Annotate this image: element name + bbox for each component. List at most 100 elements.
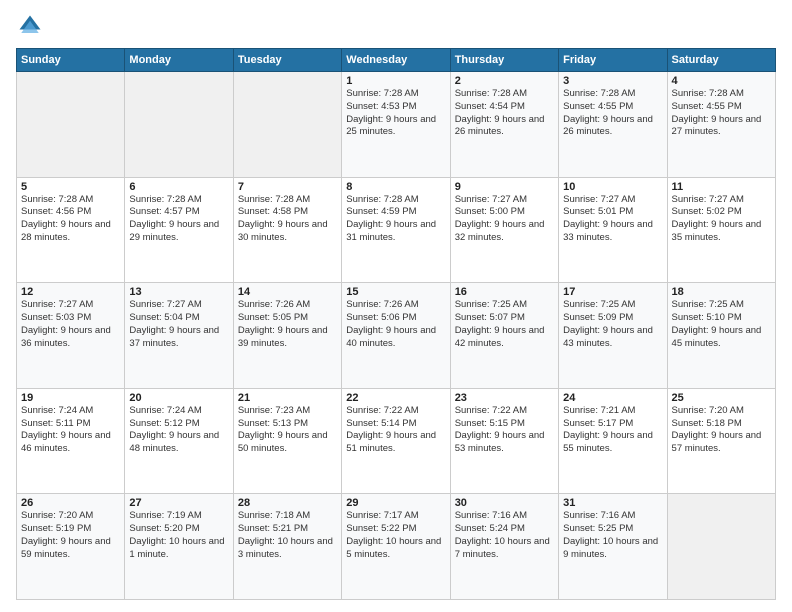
day-cell: 29Sunrise: 7:17 AMSunset: 5:22 PMDayligh… (342, 494, 450, 600)
day-number: 18 (672, 286, 771, 298)
day-info: Sunrise: 7:24 AMSunset: 5:11 PMDaylight:… (21, 405, 120, 456)
day-info: Sunrise: 7:23 AMSunset: 5:13 PMDaylight:… (238, 405, 337, 456)
day-number: 23 (455, 392, 554, 404)
day-cell: 21Sunrise: 7:23 AMSunset: 5:13 PMDayligh… (233, 388, 341, 494)
day-number: 1 (346, 75, 445, 87)
day-info: Sunrise: 7:26 AMSunset: 5:05 PMDaylight:… (238, 299, 337, 350)
day-number: 14 (238, 286, 337, 298)
day-number: 12 (21, 286, 120, 298)
day-number: 2 (455, 75, 554, 87)
day-cell: 11Sunrise: 7:27 AMSunset: 5:02 PMDayligh… (667, 177, 775, 283)
weekday-header-thursday: Thursday (450, 49, 558, 72)
day-number: 7 (238, 181, 337, 193)
day-info: Sunrise: 7:16 AMSunset: 5:25 PMDaylight:… (563, 510, 662, 561)
day-cell: 12Sunrise: 7:27 AMSunset: 5:03 PMDayligh… (17, 283, 125, 389)
day-info: Sunrise: 7:27 AMSunset: 5:03 PMDaylight:… (21, 299, 120, 350)
day-cell: 6Sunrise: 7:28 AMSunset: 4:57 PMDaylight… (125, 177, 233, 283)
week-row-4: 19Sunrise: 7:24 AMSunset: 5:11 PMDayligh… (17, 388, 776, 494)
day-info: Sunrise: 7:27 AMSunset: 5:01 PMDaylight:… (563, 194, 662, 245)
day-number: 30 (455, 497, 554, 509)
day-info: Sunrise: 7:27 AMSunset: 5:00 PMDaylight:… (455, 194, 554, 245)
day-cell: 24Sunrise: 7:21 AMSunset: 5:17 PMDayligh… (559, 388, 667, 494)
day-number: 20 (129, 392, 228, 404)
day-cell: 4Sunrise: 7:28 AMSunset: 4:55 PMDaylight… (667, 72, 775, 178)
week-row-3: 12Sunrise: 7:27 AMSunset: 5:03 PMDayligh… (17, 283, 776, 389)
day-info: Sunrise: 7:26 AMSunset: 5:06 PMDaylight:… (346, 299, 445, 350)
day-cell: 13Sunrise: 7:27 AMSunset: 5:04 PMDayligh… (125, 283, 233, 389)
day-info: Sunrise: 7:25 AMSunset: 5:09 PMDaylight:… (563, 299, 662, 350)
day-info: Sunrise: 7:18 AMSunset: 5:21 PMDaylight:… (238, 510, 337, 561)
day-info: Sunrise: 7:17 AMSunset: 5:22 PMDaylight:… (346, 510, 445, 561)
day-cell: 17Sunrise: 7:25 AMSunset: 5:09 PMDayligh… (559, 283, 667, 389)
day-cell: 8Sunrise: 7:28 AMSunset: 4:59 PMDaylight… (342, 177, 450, 283)
weekday-header-sunday: Sunday (17, 49, 125, 72)
day-cell: 25Sunrise: 7:20 AMSunset: 5:18 PMDayligh… (667, 388, 775, 494)
day-cell: 9Sunrise: 7:27 AMSunset: 5:00 PMDaylight… (450, 177, 558, 283)
day-number: 29 (346, 497, 445, 509)
day-info: Sunrise: 7:20 AMSunset: 5:18 PMDaylight:… (672, 405, 771, 456)
day-cell: 2Sunrise: 7:28 AMSunset: 4:54 PMDaylight… (450, 72, 558, 178)
day-info: Sunrise: 7:28 AMSunset: 4:56 PMDaylight:… (21, 194, 120, 245)
day-info: Sunrise: 7:28 AMSunset: 4:57 PMDaylight:… (129, 194, 228, 245)
day-info: Sunrise: 7:16 AMSunset: 5:24 PMDaylight:… (455, 510, 554, 561)
day-info: Sunrise: 7:27 AMSunset: 5:04 PMDaylight:… (129, 299, 228, 350)
day-cell: 1Sunrise: 7:28 AMSunset: 4:53 PMDaylight… (342, 72, 450, 178)
day-cell (667, 494, 775, 600)
weekday-header-saturday: Saturday (667, 49, 775, 72)
day-cell (125, 72, 233, 178)
day-number: 11 (672, 181, 771, 193)
day-cell: 23Sunrise: 7:22 AMSunset: 5:15 PMDayligh… (450, 388, 558, 494)
day-cell: 26Sunrise: 7:20 AMSunset: 5:19 PMDayligh… (17, 494, 125, 600)
weekday-header-row: SundayMondayTuesdayWednesdayThursdayFrid… (17, 49, 776, 72)
calendar-page: SundayMondayTuesdayWednesdayThursdayFrid… (0, 0, 792, 612)
day-number: 13 (129, 286, 228, 298)
day-number: 4 (672, 75, 771, 87)
day-info: Sunrise: 7:20 AMSunset: 5:19 PMDaylight:… (21, 510, 120, 561)
day-cell: 15Sunrise: 7:26 AMSunset: 5:06 PMDayligh… (342, 283, 450, 389)
day-cell: 30Sunrise: 7:16 AMSunset: 5:24 PMDayligh… (450, 494, 558, 600)
day-cell: 19Sunrise: 7:24 AMSunset: 5:11 PMDayligh… (17, 388, 125, 494)
day-cell (233, 72, 341, 178)
day-number: 5 (21, 181, 120, 193)
day-cell: 31Sunrise: 7:16 AMSunset: 5:25 PMDayligh… (559, 494, 667, 600)
day-number: 8 (346, 181, 445, 193)
week-row-1: 1Sunrise: 7:28 AMSunset: 4:53 PMDaylight… (17, 72, 776, 178)
day-info: Sunrise: 7:25 AMSunset: 5:07 PMDaylight:… (455, 299, 554, 350)
day-cell: 14Sunrise: 7:26 AMSunset: 5:05 PMDayligh… (233, 283, 341, 389)
day-info: Sunrise: 7:28 AMSunset: 4:54 PMDaylight:… (455, 88, 554, 139)
week-row-2: 5Sunrise: 7:28 AMSunset: 4:56 PMDaylight… (17, 177, 776, 283)
day-cell: 22Sunrise: 7:22 AMSunset: 5:14 PMDayligh… (342, 388, 450, 494)
logo (16, 12, 48, 40)
day-cell: 16Sunrise: 7:25 AMSunset: 5:07 PMDayligh… (450, 283, 558, 389)
day-number: 28 (238, 497, 337, 509)
day-cell: 20Sunrise: 7:24 AMSunset: 5:12 PMDayligh… (125, 388, 233, 494)
day-info: Sunrise: 7:22 AMSunset: 5:14 PMDaylight:… (346, 405, 445, 456)
day-number: 24 (563, 392, 662, 404)
day-number: 9 (455, 181, 554, 193)
day-cell: 7Sunrise: 7:28 AMSunset: 4:58 PMDaylight… (233, 177, 341, 283)
day-cell: 28Sunrise: 7:18 AMSunset: 5:21 PMDayligh… (233, 494, 341, 600)
day-number: 22 (346, 392, 445, 404)
page-header (16, 12, 776, 40)
day-number: 25 (672, 392, 771, 404)
weekday-header-friday: Friday (559, 49, 667, 72)
weekday-header-tuesday: Tuesday (233, 49, 341, 72)
day-info: Sunrise: 7:25 AMSunset: 5:10 PMDaylight:… (672, 299, 771, 350)
day-number: 19 (21, 392, 120, 404)
day-info: Sunrise: 7:28 AMSunset: 4:55 PMDaylight:… (672, 88, 771, 139)
day-info: Sunrise: 7:27 AMSunset: 5:02 PMDaylight:… (672, 194, 771, 245)
day-cell (17, 72, 125, 178)
day-info: Sunrise: 7:24 AMSunset: 5:12 PMDaylight:… (129, 405, 228, 456)
day-number: 15 (346, 286, 445, 298)
weekday-header-wednesday: Wednesday (342, 49, 450, 72)
day-info: Sunrise: 7:28 AMSunset: 4:53 PMDaylight:… (346, 88, 445, 139)
day-info: Sunrise: 7:28 AMSunset: 4:58 PMDaylight:… (238, 194, 337, 245)
day-info: Sunrise: 7:19 AMSunset: 5:20 PMDaylight:… (129, 510, 228, 561)
day-number: 17 (563, 286, 662, 298)
weekday-header-monday: Monday (125, 49, 233, 72)
day-number: 16 (455, 286, 554, 298)
day-cell: 3Sunrise: 7:28 AMSunset: 4:55 PMDaylight… (559, 72, 667, 178)
calendar-table: SundayMondayTuesdayWednesdayThursdayFrid… (16, 48, 776, 600)
day-number: 10 (563, 181, 662, 193)
week-row-5: 26Sunrise: 7:20 AMSunset: 5:19 PMDayligh… (17, 494, 776, 600)
